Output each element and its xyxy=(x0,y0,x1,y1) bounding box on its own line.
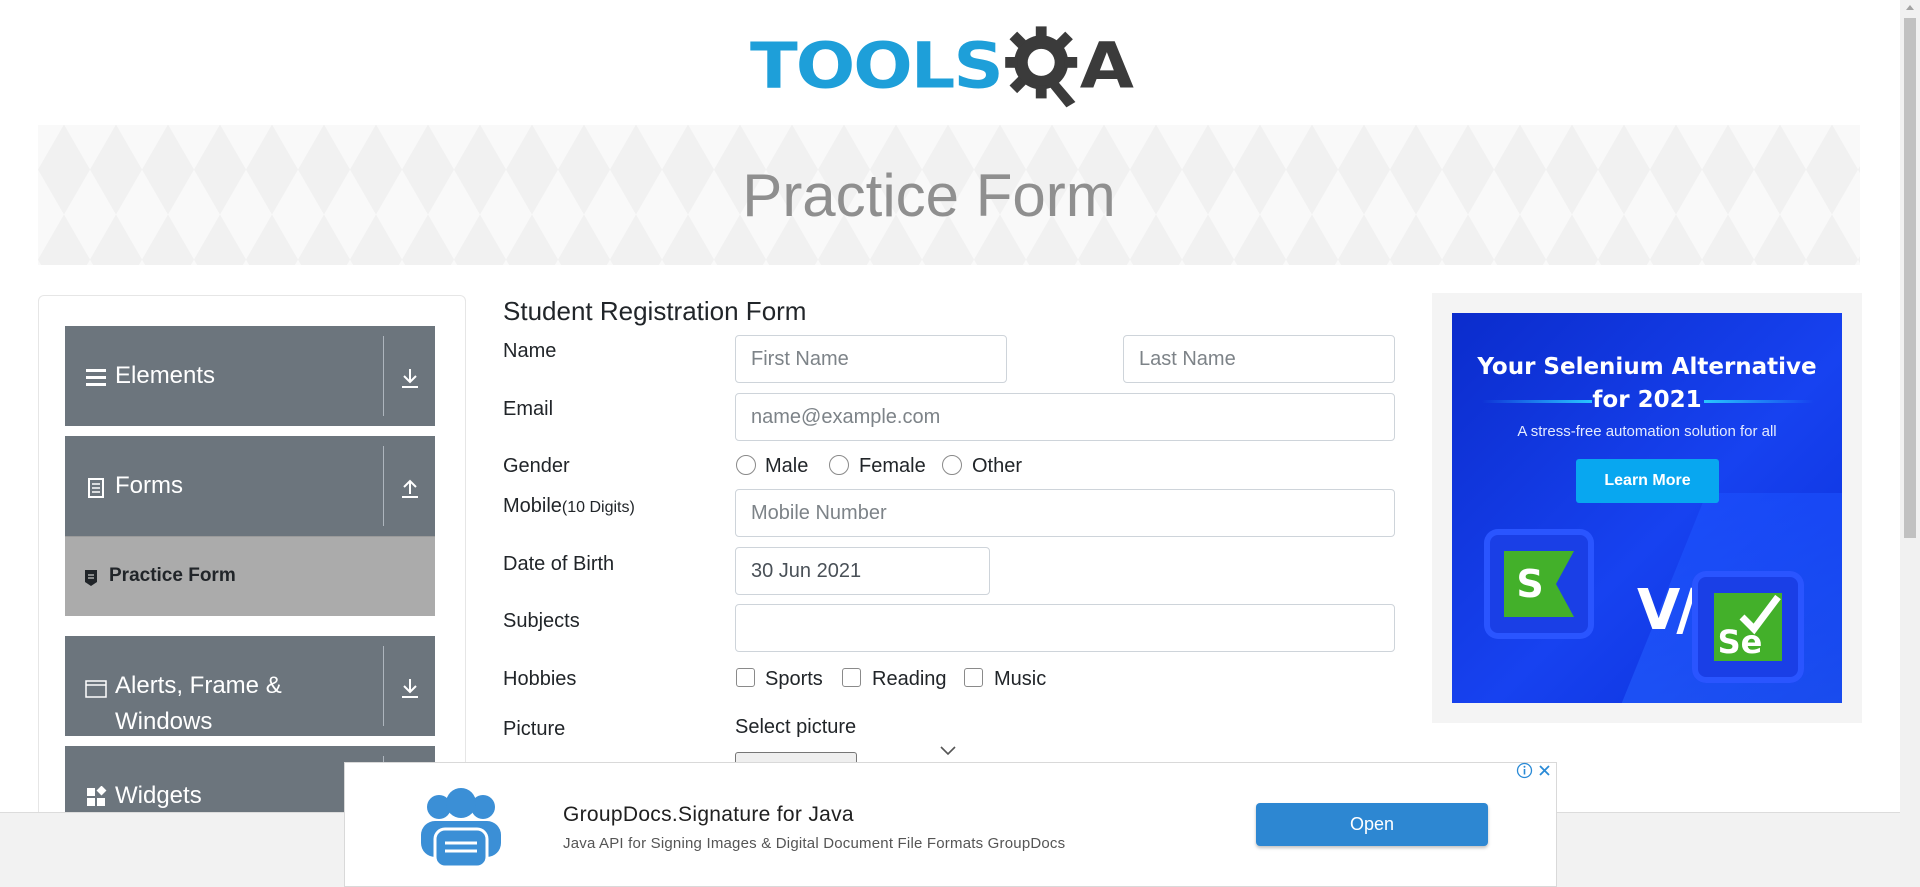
selenium-icon: Se xyxy=(1714,593,1782,661)
open-button[interactable]: Open xyxy=(1256,803,1488,846)
page-banner: Practice Form xyxy=(38,125,1860,265)
gear-icon xyxy=(1004,26,1077,108)
ad-line xyxy=(1482,400,1592,403)
gender-radio-other[interactable] xyxy=(942,455,962,475)
toolsqa-logo[interactable]: TOOLS A xyxy=(750,18,1155,114)
katalon-icon: S xyxy=(1504,551,1574,617)
ad-line xyxy=(1704,400,1814,403)
hobby-checkbox-reading[interactable] xyxy=(842,668,861,687)
hobby-checkbox-sports[interactable] xyxy=(736,668,755,687)
subjects-input[interactable] xyxy=(735,604,1395,652)
page-title: Practice Form xyxy=(742,161,1116,229)
katalon-letter: S xyxy=(1516,562,1543,606)
divider xyxy=(383,336,384,416)
upload-arrow-icon[interactable] xyxy=(398,476,422,500)
info-icon[interactable] xyxy=(1516,762,1533,779)
sidebar-group-label: Alerts, Frame & xyxy=(115,672,282,699)
bottom-ad-title: GroupDocs.Signature for Java xyxy=(563,803,854,826)
logo-text: TOOLS xyxy=(750,29,1004,103)
hobby-option-label[interactable]: Sports xyxy=(765,668,823,691)
selenium-logo-tile: Se xyxy=(1692,571,1804,683)
mobile-input[interactable]: Mobile Number xyxy=(735,489,1395,537)
selenium-letters: Se xyxy=(1718,623,1763,661)
ad-title-line1: Your Selenium Alternative xyxy=(1477,354,1817,380)
window-icon xyxy=(85,680,107,698)
hamburger-icon xyxy=(86,369,106,386)
bottom-ad[interactable]: GroupDocs.Signature for Java Java API fo… xyxy=(344,762,1557,887)
gender-option-label[interactable]: Other xyxy=(972,455,1022,478)
email-input[interactable]: name@example.com xyxy=(735,393,1395,441)
hobby-checkbox-music[interactable] xyxy=(964,668,983,687)
list-icon xyxy=(85,570,97,586)
gender-option-label[interactable]: Male xyxy=(765,455,808,478)
sidebar-group-label: Elements xyxy=(115,362,216,389)
subjects-label: Subjects xyxy=(503,610,580,632)
hobbies-label: Hobbies xyxy=(503,668,577,690)
download-arrow-icon[interactable] xyxy=(398,676,422,700)
gender-radio-male[interactable] xyxy=(736,455,756,475)
sidebar-group-label: Widgets xyxy=(115,782,202,809)
dob-label: Date of Birth xyxy=(503,553,615,575)
sidebar-group-elements[interactable]: Elements xyxy=(65,326,435,426)
last-name-input[interactable]: Last Name xyxy=(1123,335,1395,383)
learn-more-button[interactable]: Learn More xyxy=(1576,459,1719,503)
ad-subtitle: A stress-free automation solution for al… xyxy=(1517,423,1777,440)
mobile-label: Mobile(10 Digits) xyxy=(503,495,635,518)
katalon-logo-tile: S xyxy=(1484,529,1594,639)
scroll-up-arrow-icon[interactable] xyxy=(1906,5,1914,10)
document-icon xyxy=(88,478,104,498)
download-arrow-icon[interactable] xyxy=(398,366,422,390)
scrollbar[interactable] xyxy=(1900,0,1920,887)
scrollbar-thumb[interactable] xyxy=(1904,18,1916,538)
widgets-icon xyxy=(87,786,107,806)
select-picture-label: Select picture xyxy=(735,716,857,738)
date-of-birth-input[interactable]: 30 Jun 2021 xyxy=(735,547,990,595)
sidebar-group-alerts[interactable]: Alerts, Frame & Windows xyxy=(65,636,435,736)
gender-option-label[interactable]: Female xyxy=(859,455,926,478)
sidebar-group-label: Forms xyxy=(115,472,183,499)
name-label: Name xyxy=(503,340,557,362)
picture-label: Picture xyxy=(503,718,566,740)
mobile-hint: (10 Digits) xyxy=(561,499,635,516)
email-label: Email xyxy=(503,398,554,420)
first-name-input[interactable]: First Name xyxy=(735,335,1007,383)
sidebar-group-forms[interactable]: Forms xyxy=(65,436,435,536)
sidebar-group-label-line2: Windows xyxy=(115,708,213,735)
chevron-down-icon[interactable] xyxy=(938,744,958,758)
logo-text-a: A xyxy=(1079,29,1134,103)
close-icon[interactable] xyxy=(1536,762,1553,779)
divider xyxy=(383,446,384,526)
gender-label: Gender xyxy=(503,455,570,477)
ad-title: Your Selenium Alternative for 2021 xyxy=(1452,351,1842,417)
sidebar-item-practice-form[interactable]: Practice Form xyxy=(65,536,435,616)
groupdocs-logo-icon xyxy=(421,788,501,869)
side-ad[interactable]: Your Selenium Alternative for 2021 A str… xyxy=(1452,313,1842,703)
bottom-ad-description: Java API for Signing Images & Digital Do… xyxy=(563,835,1066,852)
mobile-label-text: Mobile xyxy=(503,495,562,517)
divider xyxy=(383,646,384,726)
hobby-option-label[interactable]: Music xyxy=(994,668,1046,691)
hobby-option-label[interactable]: Reading xyxy=(872,668,947,691)
form-title: Student Registration Form xyxy=(503,296,807,326)
sidebar-item-label: Practice Form xyxy=(109,565,236,586)
gender-radio-female[interactable] xyxy=(829,455,849,475)
